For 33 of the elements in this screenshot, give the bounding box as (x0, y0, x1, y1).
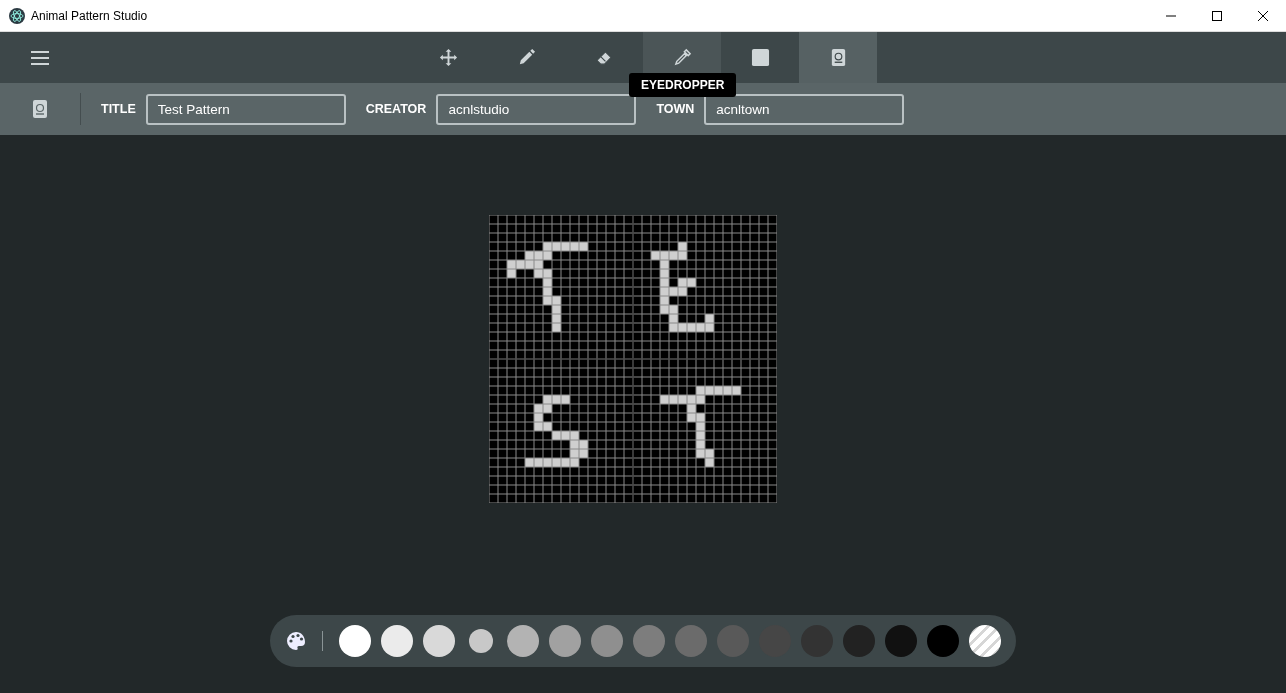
color-swatch[interactable] (675, 625, 707, 657)
color-swatch[interactable] (843, 625, 875, 657)
field-label: TITLE (101, 102, 136, 116)
passport-tool-button[interactable] (799, 32, 877, 83)
color-swatch[interactable] (885, 625, 917, 657)
color-swatch[interactable] (339, 625, 371, 657)
color-swatch[interactable] (591, 625, 623, 657)
text-field[interactable]: acnltown (704, 93, 905, 125)
color-swatch[interactable] (381, 625, 413, 657)
color-swatch[interactable] (423, 625, 455, 657)
close-icon (1257, 9, 1269, 22)
tooltip: EYEDROPPER (629, 73, 737, 97)
passport-icon (32, 99, 48, 119)
square-icon (750, 48, 770, 67)
eyedropper-icon (672, 48, 692, 67)
text-field[interactable]: acnlstudio (436, 93, 637, 125)
field-label: TOWN (656, 102, 695, 116)
color-swatch[interactable] (633, 625, 665, 657)
palette-icon[interactable] (286, 631, 306, 651)
pattern-grid[interactable] (489, 215, 777, 503)
color-swatch[interactable] (549, 625, 581, 657)
color-swatch[interactable] (469, 629, 493, 653)
app-logo-icon (9, 7, 25, 24)
color-swatch[interactable] (507, 625, 539, 657)
maximize-icon (1211, 9, 1223, 22)
color-swatch[interactable] (927, 625, 959, 657)
move-arrows-icon (438, 48, 458, 67)
field-label: CREATOR (365, 102, 427, 116)
text-field[interactable]: Test Pattern (145, 93, 346, 125)
color-swatch[interactable] (717, 625, 749, 657)
window-title: Animal Pattern Studio (31, 8, 148, 23)
menu-icon[interactable] (31, 51, 49, 65)
transparent-swatch[interactable] (969, 625, 1001, 657)
